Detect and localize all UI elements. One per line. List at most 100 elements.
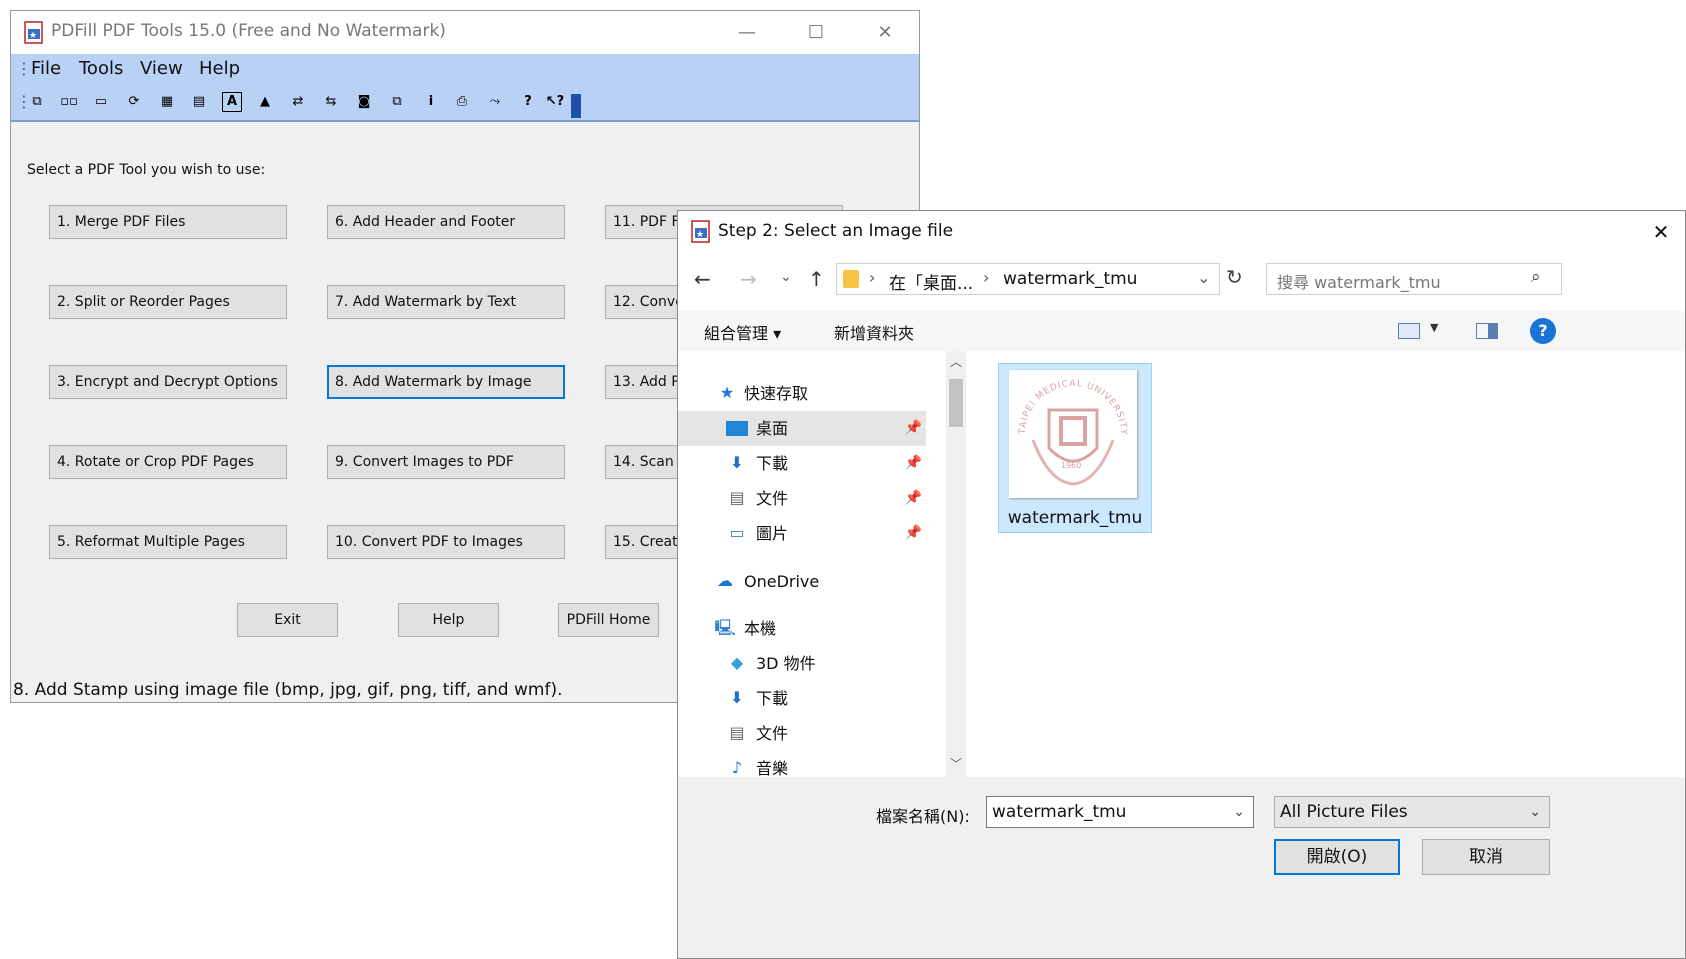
tool-merge-button[interactable]: 1. Merge PDF Files	[49, 205, 287, 239]
pdfill-home-button[interactable]: PDFill Home	[558, 603, 659, 637]
folder-icon	[843, 270, 859, 288]
nav-3d-objects-label: 3D 物件	[756, 654, 816, 673]
text-watermark-tool-icon[interactable]: A	[222, 92, 242, 112]
create-tool-icon[interactable]: ⤳	[485, 92, 505, 112]
view-dropdown-chevron-icon[interactable]: ▼	[1430, 321, 1438, 334]
nav-documents[interactable]: ▤ 文件 📌	[678, 481, 926, 516]
computer-icon: 🖳	[714, 618, 736, 637]
menu-tools[interactable]: Tools	[79, 58, 123, 79]
scrollbar-thumb[interactable]	[949, 379, 963, 427]
maximize-button[interactable]: ☐	[786, 11, 846, 54]
breadcrumb-desktop[interactable]: 在「桌面...	[889, 269, 973, 294]
file-thumbnail: TAIPEI MEDICAL UNIVERSITY 1960	[1009, 370, 1137, 498]
cancel-button[interactable]: 取消	[1422, 839, 1550, 875]
nav-onedrive[interactable]: ☁ OneDrive	[678, 564, 926, 599]
image-watermark-tool-icon[interactable]: ▲	[255, 92, 275, 112]
address-dropdown-chevron-icon[interactable]: ⌄	[1197, 268, 1210, 287]
rotate-tool-icon[interactable]: ⟳	[124, 92, 144, 112]
nav-downloads-pc-label: 下載	[756, 689, 789, 708]
dialog-title-bar[interactable]: ★ Step 2: Select an Image file ✕	[678, 211, 1685, 253]
scroll-down-chevron-icon[interactable]: ﹀	[950, 755, 962, 772]
file-type-value: All Picture Files	[1280, 802, 1408, 822]
close-button[interactable]: ✕	[855, 11, 915, 54]
exit-button[interactable]: Exit	[237, 603, 338, 637]
file-type-select[interactable]: All Picture Files ⌄	[1274, 796, 1550, 828]
images-to-pdf-tool-icon[interactable]: ⇄	[288, 92, 308, 112]
address-bar[interactable]: › 在「桌面... › watermark_tmu ⌄	[836, 263, 1220, 295]
nav-quick-access[interactable]: ★ 快速存取	[678, 376, 926, 411]
pin-icon: 📌	[904, 455, 922, 471]
tool-header-footer-button[interactable]: 6. Add Header and Footer	[327, 205, 565, 239]
nav-documents-pc[interactable]: ▤ 文件	[678, 716, 926, 751]
search-icon[interactable]: ⌕	[1531, 267, 1541, 287]
new-folder-button[interactable]: 新增資料夾	[834, 320, 914, 344]
nav-3d-objects[interactable]: ◆ 3D 物件	[678, 646, 926, 681]
nav-this-pc[interactable]: 🖳 本機	[678, 611, 926, 646]
minimize-button[interactable]: —	[717, 11, 777, 54]
file-name-label: watermark_tmu	[1007, 508, 1143, 528]
nav-pictures[interactable]: ▭ 圖片 📌	[678, 516, 926, 551]
help-icon[interactable]: ?	[518, 92, 538, 112]
tool-encrypt-button[interactable]: 3. Encrypt and Decrypt Options	[49, 365, 287, 399]
scroll-up-chevron-icon[interactable]: ︿	[950, 353, 962, 370]
file-type-chevron-icon[interactable]: ⌄	[1529, 797, 1541, 827]
header-footer-tool-icon[interactable]: ▤	[189, 92, 209, 112]
help-button[interactable]: Help	[398, 603, 499, 637]
nav-desktop[interactable]: 桌面 📌	[678, 411, 926, 446]
svg-text:★: ★	[696, 230, 704, 240]
split-tool-icon[interactable]: ▫▫	[59, 92, 79, 112]
select-image-dialog: ★ Step 2: Select an Image file ✕ ← → ⌄ ↑…	[677, 210, 1686, 959]
help-icon[interactable]: ?	[1530, 318, 1556, 344]
merge-tool-icon[interactable]: ⧉	[27, 92, 47, 112]
forward-arrow-icon[interactable]: →	[740, 267, 757, 291]
search-input[interactable]: 搜尋 watermark_tmu	[1277, 269, 1441, 293]
search-box[interactable]: 搜尋 watermark_tmu ⌕	[1266, 263, 1562, 295]
pictures-icon: ▭	[729, 523, 745, 542]
tool-images-to-pdf-button[interactable]: 9. Convert Images to PDF	[327, 445, 565, 479]
dialog-bottom-pane: 檔案名稱(N): watermark_tmu ⌄ All Picture Fil…	[678, 777, 1685, 958]
back-arrow-icon[interactable]: ←	[694, 267, 711, 291]
filename-label: 檔案名稱(N):	[876, 807, 970, 826]
reformat-tool-icon[interactable]: ▦	[157, 92, 177, 112]
tool-watermark-image-button[interactable]: 8. Add Watermark by Image	[327, 365, 565, 399]
refresh-icon[interactable]: ↻	[1226, 265, 1243, 289]
menu-file[interactable]: File	[31, 58, 61, 79]
recent-locations-chevron-icon[interactable]: ⌄	[780, 269, 792, 285]
tool-watermark-text-button[interactable]: 7. Add Watermark by Text	[327, 285, 565, 319]
filename-input[interactable]: watermark_tmu	[992, 802, 1126, 822]
info-icon[interactable]: i	[421, 92, 441, 112]
menu-help[interactable]: Help	[199, 58, 240, 79]
change-view-icon[interactable]	[1398, 323, 1420, 339]
nav-downloads[interactable]: ⬇ 下載 📌	[678, 446, 926, 481]
download-icon: ⬇	[730, 688, 744, 707]
dialog-close-button[interactable]: ✕	[1638, 211, 1684, 253]
breadcrumb-current-folder[interactable]: watermark_tmu	[1003, 269, 1137, 289]
tool-rotate-button[interactable]: 4. Rotate or Crop PDF Pages	[49, 445, 287, 479]
music-note-icon: ♪	[731, 758, 743, 777]
scan-tool-icon[interactable]: ⎙	[452, 92, 472, 112]
tool-split-button[interactable]: 2. Split or Reorder Pages	[49, 285, 287, 319]
filename-combobox[interactable]: watermark_tmu ⌄	[986, 796, 1254, 828]
menu-view[interactable]: View	[140, 58, 183, 79]
up-arrow-icon[interactable]: ↑	[808, 267, 825, 291]
filename-dropdown-chevron-icon[interactable]: ⌄	[1233, 797, 1245, 827]
nav-documents-pc-label: 文件	[756, 724, 789, 743]
convert-tool-icon[interactable]: ⧉	[387, 92, 407, 112]
nav-downloads-pc[interactable]: ⬇ 下載	[678, 681, 926, 716]
pdf-to-images-tool-icon[interactable]: ⇆	[321, 92, 341, 112]
tool-pdf-to-images-button[interactable]: 10. Convert PDF to Images	[327, 525, 565, 559]
preview-pane-icon[interactable]	[1476, 323, 1498, 339]
open-button[interactable]: 開啟(O)	[1274, 839, 1400, 875]
university-seal-logo: TAIPEI MEDICAL UNIVERSITY 1960	[1018, 379, 1127, 486]
encrypt-tool-icon[interactable]: ▭	[91, 92, 111, 112]
form-tool-icon[interactable]: ◙	[354, 92, 374, 112]
pin-icon: 📌	[904, 490, 922, 506]
tool-reformat-button[interactable]: 5. Reformat Multiple Pages	[49, 525, 287, 559]
file-item[interactable]: TAIPEI MEDICAL UNIVERSITY 1960 watermark…	[998, 363, 1152, 533]
toolbar-overflow-icon[interactable]	[571, 94, 581, 118]
main-title-bar[interactable]: ★ PDFill PDF Tools 15.0 (Free and No Wat…	[11, 11, 919, 54]
cloud-icon: ☁	[717, 571, 733, 590]
whats-this-icon[interactable]: ↖?	[545, 92, 565, 112]
organize-button[interactable]: 組合管理 ▾	[704, 320, 781, 344]
nav-scrollbar[interactable]: ︿ ﹀	[946, 351, 966, 777]
